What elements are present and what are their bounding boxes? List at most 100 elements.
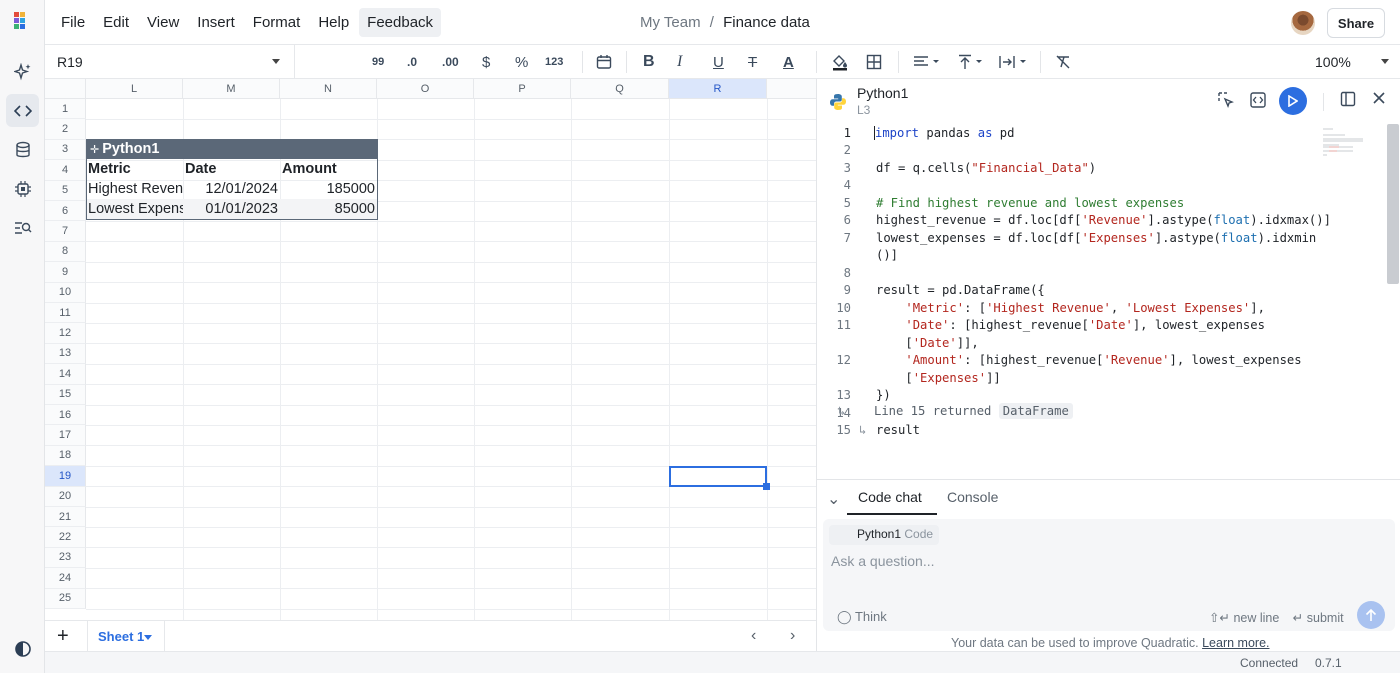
- row-header[interactable]: 23: [45, 547, 86, 569]
- menu-file[interactable]: File: [53, 8, 93, 37]
- database-icon[interactable]: [6, 133, 39, 166]
- tab-code-chat[interactable]: Code chat: [858, 489, 922, 505]
- corner-header[interactable]: [45, 79, 86, 99]
- chevron-down-icon[interactable]: ⌄: [827, 489, 840, 509]
- row-header[interactable]: 10: [45, 282, 86, 303]
- column-header-l[interactable]: L: [86, 79, 183, 99]
- previous-sheet-icon[interactable]: ‹: [751, 627, 756, 645]
- user-avatar[interactable]: [1291, 11, 1315, 35]
- row-header[interactable]: 14: [45, 364, 86, 385]
- row-header[interactable]: 8: [45, 241, 86, 263]
- column-header-s[interactable]: S: [767, 79, 816, 99]
- learn-more-link[interactable]: Learn more.: [1202, 636, 1269, 650]
- clear-formatting-icon[interactable]: [1055, 51, 1071, 73]
- snippets-icon[interactable]: [1249, 91, 1267, 112]
- code-icon[interactable]: [6, 94, 39, 127]
- column-header-p[interactable]: P: [474, 79, 571, 99]
- percent-button[interactable]: %: [515, 51, 528, 73]
- underline-icon[interactable]: U: [713, 51, 724, 73]
- context-chip[interactable]: Python1 Code: [829, 525, 940, 545]
- menu-help[interactable]: Help: [310, 8, 357, 37]
- cell-reference: R19: [57, 54, 83, 70]
- cell-name-box[interactable]: R19: [45, 45, 295, 79]
- tab-console[interactable]: Console: [947, 489, 998, 505]
- panel-layout-icon[interactable]: [1340, 91, 1356, 110]
- quote-format-button[interactable]: 99: [372, 51, 384, 73]
- row-header[interactable]: 16: [45, 405, 86, 426]
- strikethrough-icon[interactable]: T: [748, 51, 757, 73]
- line-number: 12: [836, 353, 851, 367]
- bold-icon[interactable]: B: [643, 51, 655, 73]
- sheet-tab[interactable]: Sheet 1: [87, 621, 165, 652]
- panel-divider: [1323, 93, 1324, 111]
- row-header[interactable]: 19: [45, 466, 86, 487]
- row-header[interactable]: 25: [45, 588, 86, 609]
- close-icon[interactable]: [1372, 91, 1386, 108]
- add-sheet-button[interactable]: +: [57, 625, 69, 648]
- column-header-r[interactable]: R: [669, 79, 767, 99]
- column-header-q[interactable]: Q: [571, 79, 669, 99]
- row-header[interactable]: 3: [45, 139, 86, 161]
- horizontal-align-icon[interactable]: [913, 51, 941, 73]
- number-format-button[interactable]: 123: [545, 51, 563, 73]
- share-button[interactable]: Share: [1327, 8, 1385, 38]
- code-editor[interactable]: 1 2 3 4 5 6 7 8 9 10 11 12 13 14 15 import pandas as p…: [817, 124, 1387, 474]
- row-header[interactable]: 13: [45, 343, 86, 365]
- breadcrumb-team[interactable]: My Team: [640, 14, 701, 31]
- row-header[interactable]: 1: [45, 99, 86, 120]
- next-sheet-icon[interactable]: ›: [790, 627, 795, 645]
- think-toggle[interactable]: ◯ Think: [837, 609, 887, 625]
- text-wrap-icon[interactable]: [999, 51, 1029, 73]
- currency-button[interactable]: $: [482, 51, 490, 73]
- borders-icon[interactable]: [866, 51, 882, 73]
- document-title[interactable]: Finance data: [723, 14, 810, 31]
- increase-decimals-button[interactable]: .00: [442, 51, 459, 73]
- vertical-align-icon[interactable]: [957, 51, 985, 73]
- row-header[interactable]: 7: [45, 221, 86, 242]
- row-header[interactable]: 21: [45, 507, 86, 528]
- search-list-icon[interactable]: [6, 211, 39, 244]
- menu-feedback[interactable]: Feedback: [359, 8, 442, 37]
- select-cells-icon[interactable]: [1217, 91, 1235, 112]
- code-line: 'Date': [highest_revenue['Date'], lowest…: [905, 318, 1265, 332]
- row-header[interactable]: 22: [45, 527, 86, 548]
- row-header[interactable]: 24: [45, 568, 86, 589]
- text-color-icon[interactable]: A: [783, 51, 794, 73]
- row-header[interactable]: 11: [45, 303, 86, 324]
- menu-edit[interactable]: Edit: [95, 8, 137, 37]
- code-scrollbar[interactable]: [1387, 124, 1399, 284]
- send-button[interactable]: [1357, 601, 1385, 629]
- row-header[interactable]: 15: [45, 384, 86, 405]
- calendar-icon[interactable]: [596, 51, 612, 73]
- spreadsheet-grid[interactable]: L M N O P Q R S 123456789101112131415161…: [45, 79, 816, 620]
- chat-input[interactable]: Ask a question...: [831, 553, 935, 569]
- column-header-m[interactable]: M: [183, 79, 280, 99]
- code-line: 'Amount': [highest_revenue['Revenue'], l…: [905, 353, 1302, 367]
- row-header[interactable]: 20: [45, 486, 86, 507]
- row-header[interactable]: 18: [45, 445, 86, 467]
- row-header[interactable]: 2: [45, 119, 86, 140]
- italic-icon[interactable]: I: [677, 51, 682, 73]
- ai-sparkle-icon[interactable]: [6, 55, 39, 88]
- row-header[interactable]: 5: [45, 180, 86, 201]
- row-header[interactable]: 4: [45, 160, 86, 181]
- code-minimap[interactable]: [1321, 127, 1381, 163]
- fill-color-icon[interactable]: [831, 51, 849, 73]
- row-header[interactable]: 12: [45, 323, 86, 344]
- column-header-o[interactable]: O: [377, 79, 474, 99]
- column-header-n[interactable]: N: [280, 79, 377, 99]
- chip-icon[interactable]: [6, 172, 39, 205]
- row-header[interactable]: 9: [45, 262, 86, 283]
- decrease-decimals-button[interactable]: .0: [407, 51, 417, 73]
- theme-toggle-icon[interactable]: [6, 632, 39, 665]
- menu-view[interactable]: View: [139, 8, 187, 37]
- run-code-button[interactable]: [1279, 87, 1307, 115]
- row-header[interactable]: 17: [45, 425, 86, 446]
- selected-cell-cursor[interactable]: [669, 466, 770, 490]
- menu-insert[interactable]: Insert: [189, 8, 243, 37]
- menu-format[interactable]: Format: [245, 8, 309, 37]
- shift-enter-icon: ⇧↵: [1209, 611, 1230, 625]
- row-header[interactable]: 6: [45, 201, 86, 222]
- zoom-select[interactable]: 100%: [1315, 54, 1389, 70]
- fill-handle[interactable]: [763, 483, 770, 490]
